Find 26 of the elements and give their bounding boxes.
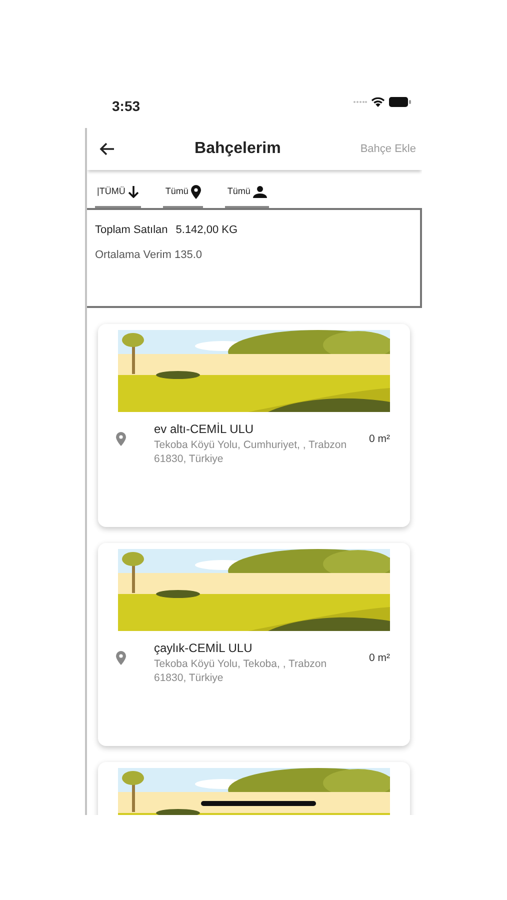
garden-name: ev altı-CEMİL ULU: [154, 421, 255, 438]
location-pin-icon: [116, 651, 126, 665]
garden-name: çaylık-CEMİL ULU: [154, 640, 254, 657]
location-pin-icon: [191, 184, 202, 198]
location-pin-icon: [116, 432, 126, 446]
garden-card[interactable]: ev altı-CEMİL ULU Tekoba Köyü Yolu, Cumhuriyet, , Trabzon 61830, Türkiye 0 m²: [98, 324, 410, 527]
back-button[interactable]: [99, 142, 115, 156]
garden-address: Tekoba Köyü Yolu, Tekoba, , Trabzon 61830, Türkiye: [154, 657, 328, 686]
total-sold-value: 5.142,00 KG: [176, 223, 238, 238]
clock-time: 3:53: [112, 97, 140, 116]
person-icon: [253, 186, 268, 198]
garden-area: 0 m²: [369, 432, 390, 448]
total-sold-label: Toplam Satılan: [95, 223, 168, 238]
page-title: Bahçelerim: [194, 139, 281, 159]
battery-icon: [389, 96, 411, 106]
signal-icon: [353, 100, 367, 104]
filter-dropdown[interactable]: Tümü: [163, 178, 204, 208]
garden-card[interactable]: [98, 762, 410, 815]
arrow-down-icon: [128, 186, 140, 198]
filter-dropdown[interactable]: Tümü: [225, 178, 270, 208]
garden-card[interactable]: çaylık-CEMİL ULU Tekoba Köyü Yolu, Tekoba, , Trabzon 61830, Türkiye 0 m²: [98, 543, 410, 746]
garden-address: Tekoba Köyü Yolu, Cumhuriyet, , Trabzon 61830, Türkiye: [154, 438, 348, 466]
filter-dropdown[interactable]: |TÜMÜ: [95, 178, 142, 208]
wifi-icon: [371, 96, 385, 107]
average-yield: Ortalama Verim 135.0: [95, 248, 203, 262]
garden-area: 0 m²: [369, 651, 390, 667]
